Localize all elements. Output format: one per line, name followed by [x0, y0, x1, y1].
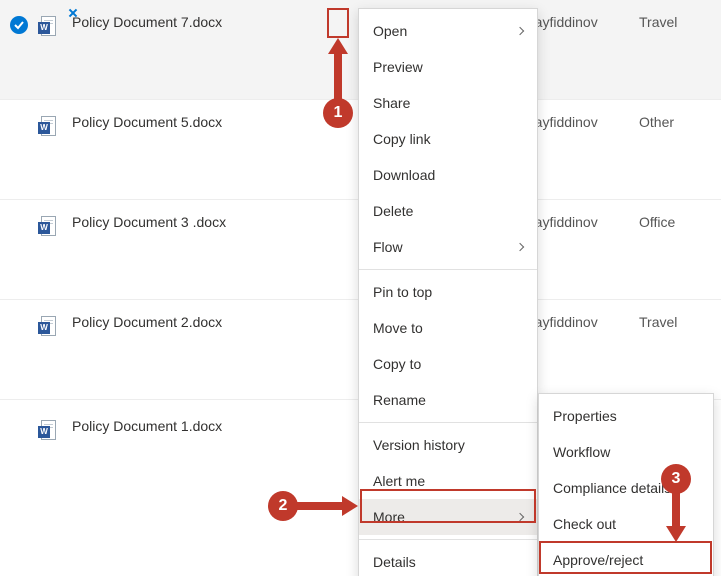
- menu-item-label: More: [373, 509, 405, 525]
- menu-item-download[interactable]: Download: [359, 157, 537, 193]
- menu-item-label: Version history: [373, 437, 465, 453]
- annotation-step-2: 2: [268, 491, 298, 521]
- word-doc-icon: W: [38, 420, 56, 442]
- submenu-item-compliance-details[interactable]: Compliance details: [539, 470, 713, 506]
- menu-item-label: Check out: [553, 516, 616, 532]
- submenu-item-check-out[interactable]: Check out: [539, 506, 713, 542]
- word-doc-icon: W: [38, 316, 56, 338]
- menu-item-label: Open: [373, 23, 407, 39]
- menu-item-label: Download: [373, 167, 435, 183]
- menu-item-label: Rename: [373, 392, 426, 408]
- context-menu: Open Preview Share Copy link Download De…: [358, 8, 538, 576]
- menu-item-open[interactable]: Open: [359, 13, 537, 49]
- menu-separator: [359, 269, 537, 270]
- menu-item-label: Copy link: [373, 131, 431, 147]
- menu-item-preview[interactable]: Preview: [359, 49, 537, 85]
- chevron-right-icon: [516, 243, 524, 251]
- menu-item-pin-to-top[interactable]: Pin to top: [359, 274, 537, 310]
- menu-item-copy-to[interactable]: Copy to: [359, 346, 537, 382]
- menu-item-flow[interactable]: Flow: [359, 229, 537, 265]
- file-category: Office: [639, 214, 721, 230]
- submenu-item-workflow[interactable]: Workflow: [539, 434, 713, 470]
- menu-item-share[interactable]: Share: [359, 85, 537, 121]
- chevron-right-icon: [516, 27, 524, 35]
- menu-item-label: Approve/reject: [553, 552, 643, 568]
- submenu-item-properties[interactable]: Properties: [539, 398, 713, 434]
- menu-item-alert-me[interactable]: Alert me: [359, 463, 537, 499]
- new-indicator-icon: [68, 8, 78, 18]
- menu-item-copy-link[interactable]: Copy link: [359, 121, 537, 157]
- menu-item-label: Alert me: [373, 473, 425, 489]
- menu-separator: [359, 539, 537, 540]
- menu-item-label: Delete: [373, 203, 413, 219]
- menu-item-move-to[interactable]: Move to: [359, 310, 537, 346]
- menu-item-label: Pin to top: [373, 284, 432, 300]
- menu-item-label: Copy to: [373, 356, 421, 372]
- menu-item-label: Details: [373, 554, 416, 570]
- annotation-arrow-icon: [296, 496, 358, 516]
- menu-item-details[interactable]: Details: [359, 544, 537, 576]
- menu-item-label: Compliance details: [553, 480, 671, 496]
- menu-item-label: Workflow: [553, 444, 610, 460]
- submenu-item-approve-reject[interactable]: Approve/reject: [539, 542, 713, 576]
- menu-item-delete[interactable]: Delete: [359, 193, 537, 229]
- menu-item-more[interactable]: More: [359, 499, 537, 535]
- chevron-right-icon: [516, 513, 524, 521]
- menu-item-label: Move to: [373, 320, 423, 336]
- checkmark-icon[interactable]: [10, 16, 28, 34]
- file-category: Other: [639, 114, 721, 130]
- menu-item-label: Flow: [373, 239, 403, 255]
- menu-item-label: Share: [373, 95, 410, 111]
- file-category: Travel: [639, 314, 721, 330]
- word-doc-icon: W: [38, 16, 56, 38]
- context-submenu: Properties Workflow Compliance details C…: [538, 393, 714, 576]
- menu-item-label: Properties: [553, 408, 617, 424]
- word-doc-icon: W: [38, 116, 56, 138]
- word-doc-icon: W: [38, 216, 56, 238]
- menu-item-label: Preview: [373, 59, 423, 75]
- file-category: Travel: [639, 14, 721, 30]
- menu-separator: [359, 422, 537, 423]
- menu-item-rename[interactable]: Rename: [359, 382, 537, 418]
- menu-item-version-history[interactable]: Version history: [359, 427, 537, 463]
